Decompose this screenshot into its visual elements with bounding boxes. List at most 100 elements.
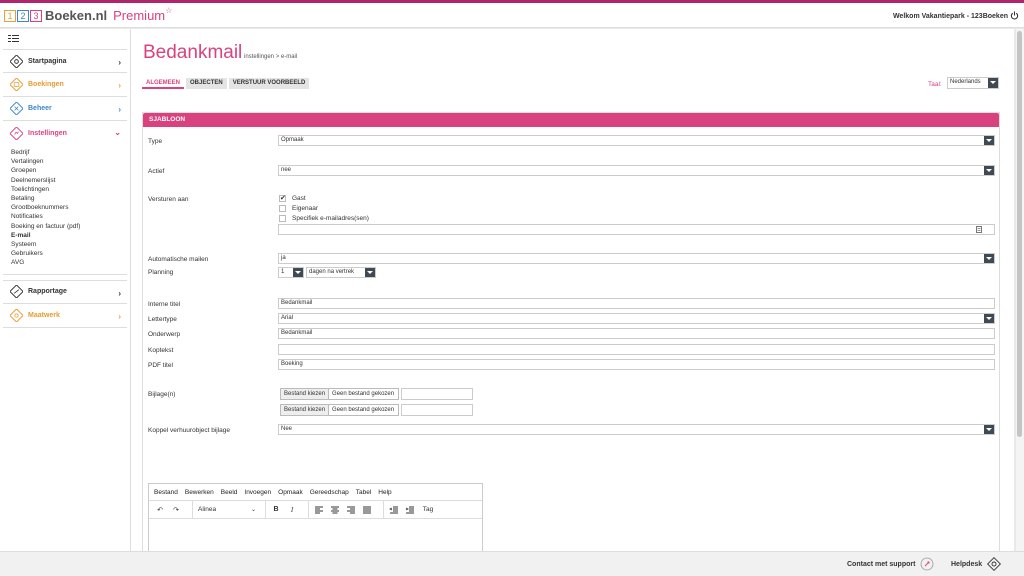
chevron-down-icon [365,268,375,277]
auto-mail-label: Automatische mailen [148,256,209,263]
menu-beeld[interactable]: Beeld [221,489,238,496]
interne-titel-label: Interne titel [148,301,181,308]
submenu-item-vertalingen[interactable]: Vertalingen [11,157,127,166]
logo-name: Boeken.nl [45,8,108,23]
language-select-value: Nederlands [950,79,981,85]
sidebar-item-startpagina[interactable]: Startpagina › [3,49,127,73]
align-left-icon[interactable] [314,506,324,514]
submenu-item-notificaties[interactable]: Notificaties [11,212,127,221]
chart-icon [10,285,23,299]
undo-icon[interactable]: ↶ [155,506,165,514]
menu-opmaak[interactable]: Opmaak [278,489,303,496]
choose-file-button[interactable]: Bestand kiezen [281,389,330,399]
chevron-right-icon: › [118,81,121,90]
italic-button[interactable]: I [287,506,297,514]
actief-select[interactable]: nee [278,165,995,176]
submenu-item-avg[interactable]: AVG [11,258,127,267]
sidebar-item-boekingen[interactable]: Boekingen › [3,73,127,97]
koppel-select[interactable]: Nee [278,424,995,435]
lettertype-select[interactable]: Arial [278,313,995,324]
bold-button[interactable]: B [271,506,281,513]
outdent-icon[interactable] [389,506,399,514]
submenu-item-deelnemerslijst[interactable]: Deelnemerslijst [11,176,127,185]
submenu-item-betaling[interactable]: Betaling [11,194,127,203]
file-status: Geen bestand gekozen [332,407,395,413]
sidebar-item-maatwerk[interactable]: Maatwerk › [3,304,127,328]
tag-button[interactable]: Tag [421,506,435,513]
planning-number-select[interactable]: 1 [278,267,304,278]
settings-icon [10,126,23,140]
sidebar-item-label: Startpagina [28,57,67,65]
type-select-value: Opmaak [281,137,304,143]
contact-card-icon[interactable] [976,226,982,233]
logo-digit-1: 1 [4,9,16,22]
onderwerp-input[interactable]: Bedankmail [278,328,995,339]
menu-invoegen[interactable]: Invoegen [244,489,271,496]
actief-label: Actief [148,168,165,175]
toolbar-divider [192,500,193,519]
tab-algemeen[interactable]: ALGEMEEN [142,78,185,89]
breadcrumb[interactable]: instellingen > e-mail [244,54,297,60]
sidebar-item-label: Beheer [28,105,52,112]
koptekst-input[interactable] [278,344,995,355]
submenu-item-grootboeknummers[interactable]: Grootboeknummers [11,203,127,212]
main-content: Bedankmail instellingen > e-mail ALGEMEE… [131,29,1014,576]
lettertype-label: Lettertype [148,316,177,323]
submenu-item-groepen[interactable]: Groepen [11,166,127,175]
menu-gereedschap[interactable]: Gereedschap [310,489,349,496]
language-select[interactable]: Nederlands [947,77,999,89]
calendar-icon [10,78,23,91]
chevron-down-icon: ⌄ [114,128,121,137]
file-status: Geen bestand gekozen [332,391,395,397]
submenu-item-bedrijf[interactable]: Bedrijf [11,148,127,157]
scrollbar-thumb[interactable] [1017,31,1022,437]
power-icon[interactable] [1010,11,1019,20]
menu-toggle-icon[interactable] [8,34,19,43]
email-addresses-input[interactable] [278,224,995,235]
file-input-2[interactable]: Bestand kiezen Geen bestand gekozen [280,404,399,416]
editor-menubar: Bestand Bewerken Beeld Invoegen Opmaak G… [149,484,482,501]
indent-icon[interactable] [405,506,415,514]
tab-verstuur-voorbeeld[interactable]: VERSTUUR VOORBEELD [228,78,310,89]
submenu-item-toelichtingen[interactable]: Toelichtingen [11,185,127,194]
align-right-icon[interactable] [346,506,356,514]
support-link[interactable]: Contact met support [847,561,915,568]
helpdesk-link[interactable]: Helpdesk [951,561,982,568]
specifiek-checkbox[interactable] [279,215,286,222]
koptekst-label: Koptekst [148,347,174,354]
menu-bewerken[interactable]: Bewerken [185,489,214,496]
menu-bestand[interactable]: Bestand [154,489,178,496]
type-select[interactable]: Opmaak [278,135,995,146]
menu-help[interactable]: Help [378,489,391,496]
file-input-1[interactable]: Bestand kiezen Geen bestand gekozen [280,388,399,400]
choose-file-button[interactable]: Bestand kiezen [281,405,330,415]
sidebar-item-rapportage[interactable]: Rapportage › [3,279,127,304]
redo-icon[interactable]: ↷ [171,506,181,514]
tab-objecten[interactable]: OBJECTEN [186,78,227,89]
sidebar: Startpagina › Boekingen › Beheer › Inste… [0,29,131,551]
submenu-item-systeem[interactable]: Systeem [11,240,127,249]
page-scrollbar[interactable] [1016,29,1024,551]
rocket-icon[interactable] [920,557,934,571]
auto-mail-select[interactable]: ja [278,253,995,264]
pdf-titel-input[interactable]: Boeking [278,359,995,370]
paragraph-format-select[interactable]: Alinea ⌄ [198,506,260,513]
interne-titel-input[interactable]: Bedankmail [278,298,995,309]
logo[interactable]: 1 2 3 Boeken.nl Premium ☆ [4,6,172,23]
eigenaar-checkbox[interactable] [279,205,286,212]
submenu-item-email[interactable]: E-mail [11,231,127,240]
submenu-item-boeking-factuur[interactable]: Boeking en factuur (pdf) [11,222,127,231]
planning-unit-select[interactable]: dagen na vertrek [306,267,376,278]
tools-icon [10,102,23,115]
sidebar-item-beheer[interactable]: Beheer › [3,97,127,121]
menu-tabel[interactable]: Tabel [356,489,372,496]
align-justify-icon[interactable] [362,506,372,514]
planning-unit-value: dagen na vertrek [309,269,355,275]
onderwerp-label: Onderwerp [148,331,181,338]
gast-checkbox[interactable]: ✔ [279,195,286,202]
sidebar-item-instellingen[interactable]: Instellingen ⌄ [3,121,127,145]
toolbar-divider [383,500,384,519]
submenu-item-gebruikers[interactable]: Gebruikers [11,249,127,258]
align-center-icon[interactable] [330,506,340,514]
helpdesk-icon[interactable] [987,557,1001,571]
